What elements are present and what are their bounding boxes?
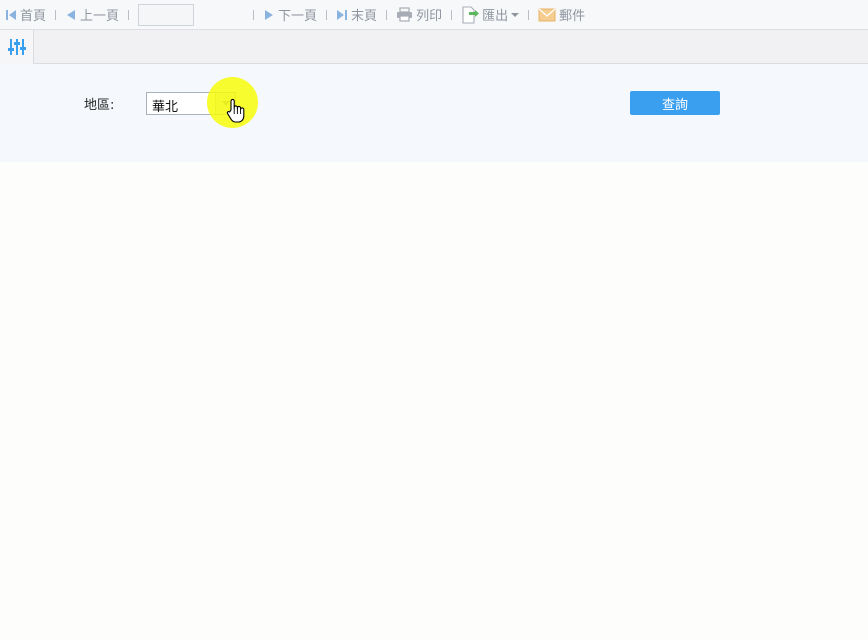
parameter-panel: 地區: 華北 查詢 bbox=[0, 64, 868, 162]
email-button[interactable]: 郵件 bbox=[538, 3, 585, 27]
toolbar-divider bbox=[55, 9, 57, 20]
parameter-panel-toggle[interactable] bbox=[0, 30, 34, 64]
prev-page-label: 上一頁 bbox=[80, 9, 120, 24]
next-page-icon bbox=[263, 9, 275, 21]
query-button[interactable]: 查詢 bbox=[630, 91, 720, 115]
region-select[interactable]: 華北 bbox=[146, 92, 236, 115]
region-label: 地區: bbox=[84, 98, 115, 113]
page-number-input[interactable] bbox=[138, 3, 195, 26]
last-page-label: 末頁 bbox=[351, 9, 378, 24]
print-button[interactable]: 列印 bbox=[396, 3, 442, 27]
export-icon bbox=[461, 5, 480, 24]
next-page-button[interactable]: 下一頁 bbox=[263, 3, 317, 27]
last-page-icon bbox=[336, 9, 348, 21]
export-label: 匯出 bbox=[482, 9, 509, 24]
chevron-down-icon bbox=[221, 101, 230, 106]
toolbar-divider bbox=[451, 9, 453, 20]
toolbar-divider bbox=[128, 9, 130, 20]
first-page-button[interactable]: 首頁 bbox=[5, 3, 46, 27]
caret-down-icon bbox=[511, 12, 520, 18]
envelope-icon bbox=[538, 8, 556, 22]
next-page-label: 下一頁 bbox=[278, 9, 318, 24]
email-label: 郵件 bbox=[559, 9, 586, 24]
toolbar-divider bbox=[253, 9, 255, 20]
first-page-label: 首頁 bbox=[20, 9, 47, 24]
dropdown-arrow-button[interactable] bbox=[215, 93, 235, 114]
toolbar-divider bbox=[528, 9, 530, 20]
export-button[interactable]: 匯出 bbox=[461, 3, 520, 27]
toolbar-divider bbox=[386, 9, 388, 20]
first-page-icon bbox=[5, 9, 17, 21]
region-select-value: 華北 bbox=[152, 100, 179, 115]
toolbar-divider bbox=[326, 9, 328, 20]
report-toolbar: 首頁 上一頁 下一頁 末頁 列印 匯出 郵件 bbox=[0, 0, 868, 30]
sliders-icon bbox=[7, 37, 27, 57]
prev-page-icon bbox=[65, 9, 77, 21]
prev-page-button[interactable]: 上一頁 bbox=[65, 3, 119, 27]
printer-icon bbox=[396, 7, 413, 22]
print-label: 列印 bbox=[416, 9, 443, 24]
tab-bar bbox=[0, 30, 868, 64]
last-page-button[interactable]: 末頁 bbox=[336, 3, 377, 27]
